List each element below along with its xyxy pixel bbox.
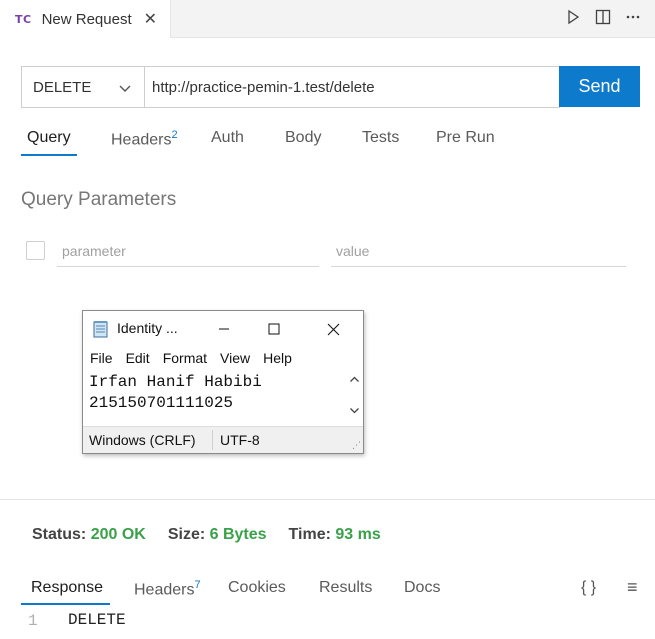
tab-title: New Request xyxy=(41,10,132,28)
maximize-icon[interactable] xyxy=(259,317,289,341)
status-divider xyxy=(212,430,213,450)
editor-tab-bar: TC New Request ✕ xyxy=(0,0,655,38)
response-body-text: DELETE xyxy=(68,611,126,629)
method-select[interactable]: DELETE xyxy=(21,66,144,108)
query-parameters-title: Query Parameters xyxy=(21,189,177,210)
value-input[interactable]: value xyxy=(331,235,626,267)
tab-pre-run[interactable]: Pre Run xyxy=(436,129,495,147)
tab-headers[interactable]: Headers2 xyxy=(111,129,178,149)
notepad-line: Irfan Hanif Habibi xyxy=(89,373,262,391)
tab-cookies[interactable]: Cookies xyxy=(228,579,286,597)
notepad-menu-bar: File Edit Format View Help xyxy=(90,350,305,370)
notepad-status-bar: Windows (CRLF) UTF-8 ⋰ xyxy=(83,426,363,453)
chevron-down-icon xyxy=(119,85,131,92)
send-button[interactable]: Send xyxy=(559,66,640,107)
split-editor-icon[interactable] xyxy=(595,9,611,30)
size-label: Size: xyxy=(167,526,206,543)
line-ending-status: Windows (CRLF) xyxy=(89,432,196,448)
request-tabs: Query Headers2 Auth Body Tests Pre Run xyxy=(21,126,641,156)
request-tab[interactable]: TC New Request ✕ xyxy=(0,0,171,38)
tab-docs[interactable]: Docs xyxy=(404,579,440,597)
response-headers-count-badge: 7 xyxy=(194,579,201,591)
tab-response-headers[interactable]: Headers7 xyxy=(134,579,201,599)
active-tab-underline xyxy=(21,154,77,156)
size-value: 6 Bytes xyxy=(209,526,267,543)
braces-icon[interactable]: { } xyxy=(581,579,596,597)
tab-body[interactable]: Body xyxy=(285,129,321,147)
scroll-down-icon[interactable] xyxy=(349,405,360,416)
time-value: 93 ms xyxy=(335,526,381,543)
notepad-title: Identity ... xyxy=(117,320,178,336)
play-icon[interactable] xyxy=(565,9,581,30)
thunder-client-logo: TC xyxy=(15,12,32,26)
notepad-text-area[interactable]: Irfan Hanif Habibi 215150701111025 xyxy=(89,372,347,426)
param-checkbox[interactable] xyxy=(26,241,45,260)
scroll-up-icon[interactable] xyxy=(349,374,360,385)
more-icon[interactable] xyxy=(625,9,641,30)
menu-file[interactable]: File xyxy=(90,350,113,370)
parameter-input[interactable]: parameter xyxy=(57,235,319,267)
tab-response[interactable]: Response xyxy=(31,579,103,597)
notepad-scrollbar[interactable] xyxy=(346,371,363,425)
response-tabs: Response Headers7 Cookies Results Docs {… xyxy=(0,574,655,606)
time-label: Time: xyxy=(288,526,331,543)
tab-actions xyxy=(565,0,641,38)
menu-lines-icon[interactable]: ≡ xyxy=(627,577,638,598)
tab-auth[interactable]: Auth xyxy=(211,129,244,147)
encoding-status: UTF-8 xyxy=(220,432,260,448)
tab-results[interactable]: Results xyxy=(319,579,372,597)
notepad-line: 215150701111025 xyxy=(89,394,234,412)
tab-query[interactable]: Query xyxy=(27,129,71,147)
response-status-line: Status: 200 OK Size: 6 Bytes Time: 93 ms xyxy=(32,526,403,544)
headers-count-badge: 2 xyxy=(171,129,178,141)
active-response-tab-underline xyxy=(21,603,110,605)
menu-view[interactable]: View xyxy=(220,350,250,370)
minimize-icon[interactable] xyxy=(209,317,239,341)
url-input[interactable]: http://practice-pemin-1.test/delete xyxy=(144,66,560,108)
close-icon[interactable]: ✕ xyxy=(144,9,157,29)
notepad-icon xyxy=(93,321,108,338)
url-value: http://practice-pemin-1.test/delete xyxy=(152,78,375,96)
status-label: Status: xyxy=(32,526,87,543)
menu-edit[interactable]: Edit xyxy=(126,350,150,370)
tab-tests[interactable]: Tests xyxy=(362,129,399,147)
method-value: DELETE xyxy=(33,78,92,96)
status-value: 200 OK xyxy=(90,526,146,543)
close-window-icon[interactable] xyxy=(318,317,348,341)
line-number: 1 xyxy=(28,612,38,630)
resize-grip-icon[interactable]: ⋰ xyxy=(352,440,361,451)
menu-help[interactable]: Help xyxy=(263,350,292,370)
menu-format[interactable]: Format xyxy=(163,350,207,370)
notepad-window[interactable]: Identity ... File Edit Format View Help … xyxy=(82,310,364,454)
panel-divider[interactable] xyxy=(0,499,655,500)
notepad-title-bar[interactable]: Identity ... xyxy=(83,311,363,347)
